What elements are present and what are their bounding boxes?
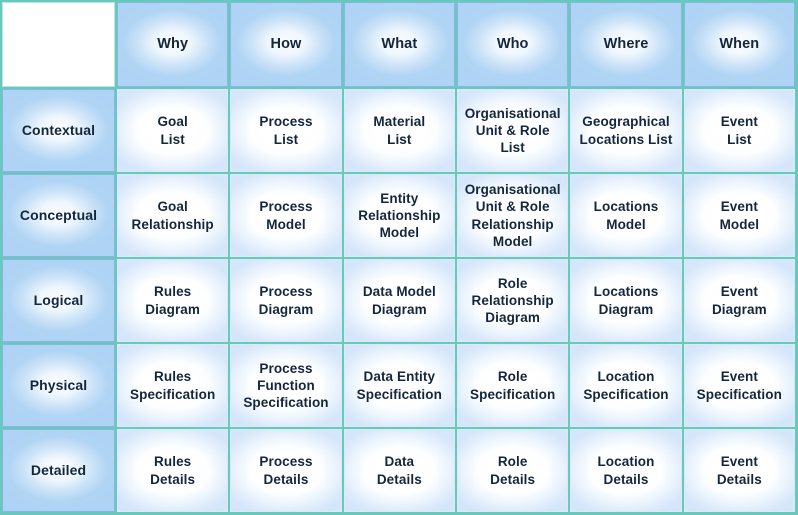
matrix-cell-label: Event List [720, 114, 758, 147]
matrix-cell-label: Event Model [719, 199, 760, 232]
row-header-label: Contextual [21, 121, 96, 138]
column-header-label: How [270, 36, 302, 53]
column-header-who[interactable]: Who [457, 2, 569, 87]
row-header-logical[interactable]: Logical [2, 259, 115, 342]
matrix-cell-label: Process Model [259, 199, 313, 232]
matrix-cell-label: Locations Model [593, 199, 659, 232]
matrix-cell[interactable]: Data Details [343, 429, 455, 512]
matrix-cell-label: Process List [259, 114, 313, 147]
matrix-cell-label: Material List [373, 114, 426, 147]
matrix-cell-label: Data Model Diagram [362, 284, 436, 317]
architecture-matrix: Why How What Who Where When Contextual G… [0, 0, 798, 515]
matrix-cell-label: Event Specification [696, 369, 782, 402]
matrix-cell[interactable]: Event Specification [683, 344, 795, 427]
column-header-label: Where [603, 36, 649, 53]
matrix-cell-label: Data Entity Specification [356, 369, 442, 402]
matrix-cell[interactable]: Event List [683, 89, 795, 172]
matrix-cell-label: Rules Specification [130, 369, 216, 402]
matrix-cell[interactable]: Process Diagram [230, 259, 342, 342]
matrix-cell[interactable]: Process Details [230, 429, 342, 512]
matrix-cell[interactable]: Event Model [683, 174, 795, 257]
matrix-cell-label: Entity Relationship Model [358, 190, 441, 241]
matrix-cell[interactable]: Rules Details [117, 429, 229, 512]
matrix-cell[interactable]: Organisational Unit & Role Relationship … [457, 174, 569, 257]
row-header-label: Physical [29, 376, 88, 393]
matrix-cell-label: Goal List [157, 114, 188, 147]
row-header-detailed[interactable]: Detailed [2, 429, 115, 512]
matrix-cell[interactable]: Process Function Specification [230, 344, 342, 427]
row-header-physical[interactable]: Physical [2, 344, 115, 427]
column-header-how[interactable]: How [230, 2, 342, 87]
matrix-cell-label: Role Specification [470, 369, 556, 402]
matrix-cell-label: Location Details [597, 454, 655, 487]
matrix-cell[interactable]: Process Model [230, 174, 342, 257]
matrix-cell-label: Event Details [716, 454, 762, 487]
matrix-cell[interactable]: Goal Relationship [117, 174, 229, 257]
matrix-cell-label: Geographical Locations List [579, 114, 673, 147]
matrix-cell-label: Process Function Specification [243, 360, 329, 411]
matrix-cell[interactable]: Event Details [683, 429, 795, 512]
matrix-cell-label: Role Relationship Diagram [471, 275, 554, 326]
matrix-cell[interactable]: Entity Relationship Model [343, 174, 455, 257]
matrix-cell-label: Data Details [376, 454, 422, 487]
matrix-cell-label: Rules Diagram [145, 284, 201, 317]
matrix-cell-label: Organisational Unit & Role List [464, 105, 561, 156]
matrix-cell[interactable]: Process List [230, 89, 342, 172]
matrix-cell[interactable]: Role Details [457, 429, 569, 512]
matrix-cell[interactable]: Role Specification [457, 344, 569, 427]
matrix-cell-label: Goal Relationship [131, 199, 214, 232]
matrix-cell-label: Process Details [259, 454, 313, 487]
row-header-label: Logical [33, 291, 84, 308]
column-header-what[interactable]: What [343, 2, 455, 87]
matrix-cell[interactable]: Location Specification [570, 344, 682, 427]
row-header-conceptual[interactable]: Conceptual [2, 174, 115, 257]
column-header-label: Why [157, 36, 189, 53]
matrix-cell-label: Role Details [490, 454, 536, 487]
matrix-cell[interactable]: Location Details [570, 429, 682, 512]
matrix-cell[interactable]: Data Model Diagram [343, 259, 455, 342]
matrix-cell[interactable]: Material List [343, 89, 455, 172]
column-header-when[interactable]: When [683, 2, 795, 87]
matrix-cell[interactable]: Locations Diagram [570, 259, 682, 342]
matrix-cell[interactable]: Rules Diagram [117, 259, 229, 342]
matrix-cell[interactable]: Locations Model [570, 174, 682, 257]
matrix-cell[interactable]: Geographical Locations List [570, 89, 682, 172]
matrix-cell-label: Organisational Unit & Role Relationship … [464, 181, 561, 249]
matrix-corner-cell [2, 2, 115, 87]
column-header-label: Who [496, 36, 529, 53]
matrix-cell-label: Rules Details [150, 454, 196, 487]
column-header-label: What [381, 36, 418, 53]
row-header-label: Detailed [30, 461, 87, 478]
matrix-cell[interactable]: Organisational Unit & Role List [457, 89, 569, 172]
matrix-cell[interactable]: Rules Specification [117, 344, 229, 427]
matrix-cell-label: Locations Diagram [593, 284, 659, 317]
matrix-cell-label: Process Diagram [258, 284, 314, 317]
matrix-cell-label: Location Specification [583, 369, 669, 402]
matrix-cell[interactable]: Event Diagram [683, 259, 795, 342]
row-header-contextual[interactable]: Contextual [2, 89, 115, 172]
matrix-cell[interactable]: Role Relationship Diagram [457, 259, 569, 342]
column-header-where[interactable]: Where [570, 2, 682, 87]
matrix-cell[interactable]: Goal List [117, 89, 229, 172]
matrix-cell[interactable]: Data Entity Specification [343, 344, 455, 427]
column-header-why[interactable]: Why [117, 2, 229, 87]
row-header-label: Conceptual [19, 206, 98, 223]
column-header-label: When [719, 36, 760, 53]
matrix-cell-label: Event Diagram [711, 284, 767, 317]
